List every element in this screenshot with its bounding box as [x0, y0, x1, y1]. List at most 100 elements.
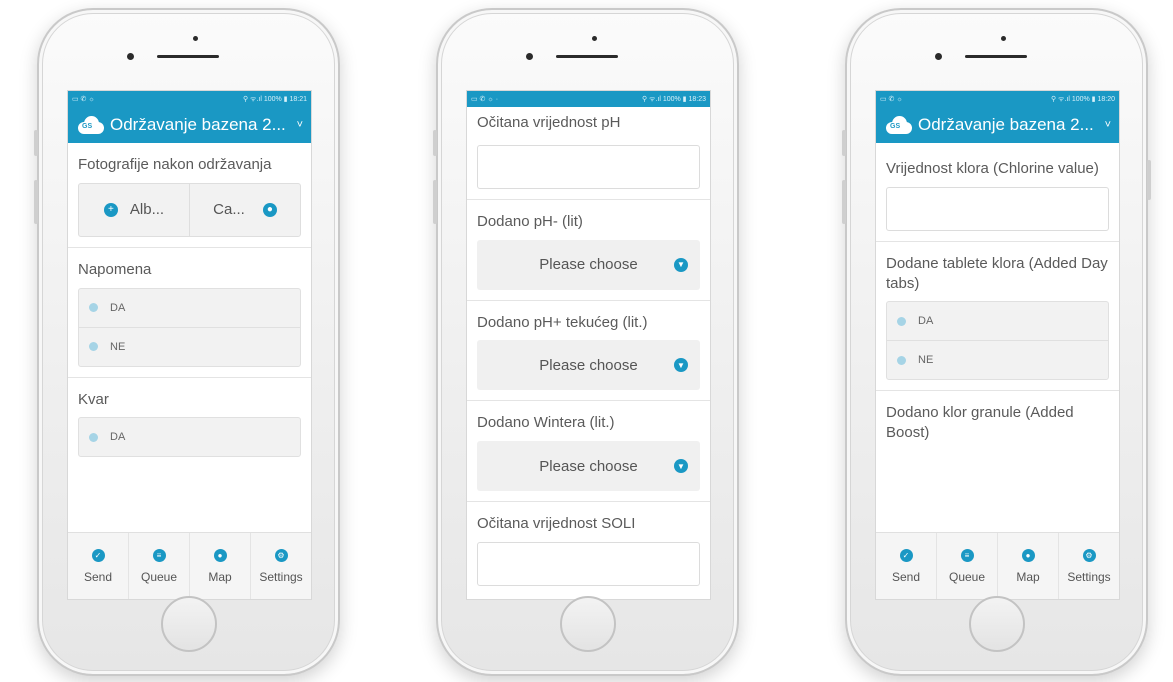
nav-map[interactable]: ● Map — [189, 533, 250, 599]
nav-label: Send — [83, 569, 113, 584]
select-value: Please choose — [539, 457, 638, 475]
radio-option-ne[interactable]: NE — [887, 341, 1108, 379]
home-button[interactable] — [559, 596, 616, 652]
plus-icon: + — [103, 202, 118, 217]
cloud-logo-icon: GS — [76, 115, 106, 135]
form-content: Fotografije nakon održavanja + Alb... Ca… — [68, 143, 311, 467]
check-icon: ✓ — [899, 548, 913, 562]
album-button[interactable]: + Alb... — [79, 184, 189, 236]
radio-option-ne[interactable]: NE — [79, 328, 300, 366]
nav-label: Settings — [1067, 569, 1111, 584]
wintera-select[interactable]: Please choose ▼ — [477, 441, 700, 492]
map-pin-icon: ● — [213, 548, 227, 562]
chevron-down-icon[interactable]: ˅ — [1105, 119, 1111, 131]
radio-label: DA — [918, 315, 934, 328]
radio-option-da[interactable]: DA — [887, 302, 1108, 342]
ph-plus-select[interactable]: Please choose ▼ — [477, 340, 700, 391]
radio-label: DA — [110, 301, 126, 314]
nav-label: Queue — [948, 569, 986, 584]
note-field: Napomena DA NE — [68, 248, 311, 378]
nav-settings[interactable]: ⚙ Settings — [1058, 533, 1119, 599]
nav-settings[interactable]: ⚙ Settings — [250, 533, 311, 599]
chevron-down-icon: ▼ — [674, 358, 688, 373]
select-value: Please choose — [539, 256, 638, 274]
app-header: GS Održavanje bazena 2... ˅ — [68, 107, 311, 143]
select-value: Please choose — [539, 356, 638, 374]
ph-plus-field: Dodano pH+ tekućeg (lit.) Please choose … — [467, 301, 710, 402]
radio-dot — [897, 355, 906, 365]
app-header: GS Održavanje bazena 2... ˅ — [876, 107, 1119, 143]
radio-option-da[interactable]: DA — [79, 289, 300, 328]
nav-send[interactable]: ✓ Send — [68, 533, 128, 599]
status-icons-left: ▭ ✆ ☼ — [72, 96, 95, 103]
chevron-down-icon: ▼ — [674, 459, 688, 474]
field-label: Dodane tablete klora (Added Day tabs) — [886, 254, 1108, 292]
field-label: Dodano pH- (lit) — [477, 212, 583, 230]
front-camera — [525, 53, 533, 60]
home-button[interactable] — [968, 596, 1025, 652]
radio-dot — [89, 342, 98, 352]
cloud-logo-icon: GS — [884, 115, 914, 135]
status-icons-right: ⚲ ᯤ.ıl 100% ▮ 18:20 — [1050, 95, 1115, 103]
salt-input[interactable] — [477, 541, 700, 586]
front-camera — [934, 53, 942, 60]
radio-group: DA NE — [886, 301, 1109, 381]
radio-option-da[interactable]: DA — [79, 418, 300, 456]
nav-queue[interactable]: ≡ Queue — [936, 533, 997, 599]
nav-label: Map — [208, 569, 232, 584]
radio-group: DA NE — [78, 287, 301, 367]
field-label: Očitana vrijednost pH — [477, 114, 621, 131]
app-title: Održavanje bazena 2... — [918, 115, 1094, 134]
earpiece-speaker — [964, 55, 1027, 58]
field-label: Napomena — [78, 260, 152, 278]
list-icon: ≡ — [960, 548, 974, 562]
chlorine-input[interactable] — [886, 186, 1109, 231]
field-label: Vrijednost klora (Chlorine value) — [886, 160, 1099, 177]
form-content: Očitana vrijednost pH Dodano pH- (lit) P… — [467, 107, 710, 596]
ph-minus-select[interactable]: Please choose ▼ — [477, 239, 700, 290]
ph-input[interactable] — [477, 144, 700, 189]
phone-right: ▭ ✆ ☼ ⚲ ᯤ.ıl 100% ▮ 18:20 GS Održavanje … — [842, 8, 1151, 676]
status-icons-right: ⚲ ᯤ.ıl 100% ▮ 18:23 — [641, 95, 706, 103]
form-content: Vrijednost klora (Chlorine value) Dodane… — [876, 143, 1119, 461]
tabs-field: Dodane tablete klora (Added Day tabs) DA… — [876, 242, 1119, 392]
status-bar: ▭ ✆ ☼ ⚲ ᯤ.ıl 100% ▮ 18:20 — [876, 91, 1119, 107]
bottom-nav: ✓ Send ≡ Queue ● Map ⚙ Settings — [876, 532, 1119, 599]
nav-label: Settings — [259, 569, 303, 584]
nav-send[interactable]: ✓ Send — [876, 533, 936, 599]
field-label: Dodano pH+ tekućeg (lit.) — [477, 313, 648, 331]
sensor-dot — [192, 36, 198, 41]
sensor-dot — [1000, 36, 1006, 41]
chevron-down-icon[interactable]: ˅ — [297, 119, 303, 131]
nav-label: Map — [1016, 569, 1040, 584]
field-label: Dodano Wintera (lit.) — [477, 414, 615, 432]
nav-map[interactable]: ● Map — [997, 533, 1058, 599]
ph-field: Očitana vrijednost pH — [467, 107, 710, 200]
nav-label: Send — [891, 569, 921, 584]
radio-dot — [897, 316, 906, 326]
field-label: Dodano klor granule (Added Boost) — [886, 404, 1074, 442]
wintera-field: Dodano Wintera (lit.) Please choose ▼ — [467, 401, 710, 503]
check-icon: ✓ — [91, 548, 105, 562]
nav-queue[interactable]: ≡ Queue — [128, 533, 189, 599]
earpiece-speaker — [555, 55, 618, 58]
home-button[interactable] — [160, 596, 217, 652]
app-title: Održavanje bazena 2... — [110, 115, 286, 134]
camera-icon: ● — [262, 202, 277, 217]
front-camera — [126, 53, 134, 60]
granule-field: Dodano klor granule (Added Boost) — [876, 391, 1119, 461]
gear-icon: ⚙ — [274, 548, 288, 562]
camera-button[interactable]: Ca... ● — [189, 183, 300, 236]
radio-label: DA — [110, 431, 126, 444]
radio-label: NE — [918, 354, 934, 367]
photo-picker: + Alb... Ca... ● — [78, 182, 301, 237]
gear-icon: ⚙ — [1082, 548, 1096, 562]
radio-dot — [89, 432, 98, 442]
field-label: Kvar — [78, 390, 109, 408]
radio-group: DA — [78, 417, 301, 458]
sensor-dot — [591, 36, 597, 41]
camera-button-label: Ca... — [213, 201, 245, 219]
map-pin-icon: ● — [1021, 548, 1035, 562]
status-icons-left: ▭ ✆ ☼ — [880, 96, 903, 103]
chlorine-field: Vrijednost klora (Chlorine value) — [876, 143, 1119, 242]
